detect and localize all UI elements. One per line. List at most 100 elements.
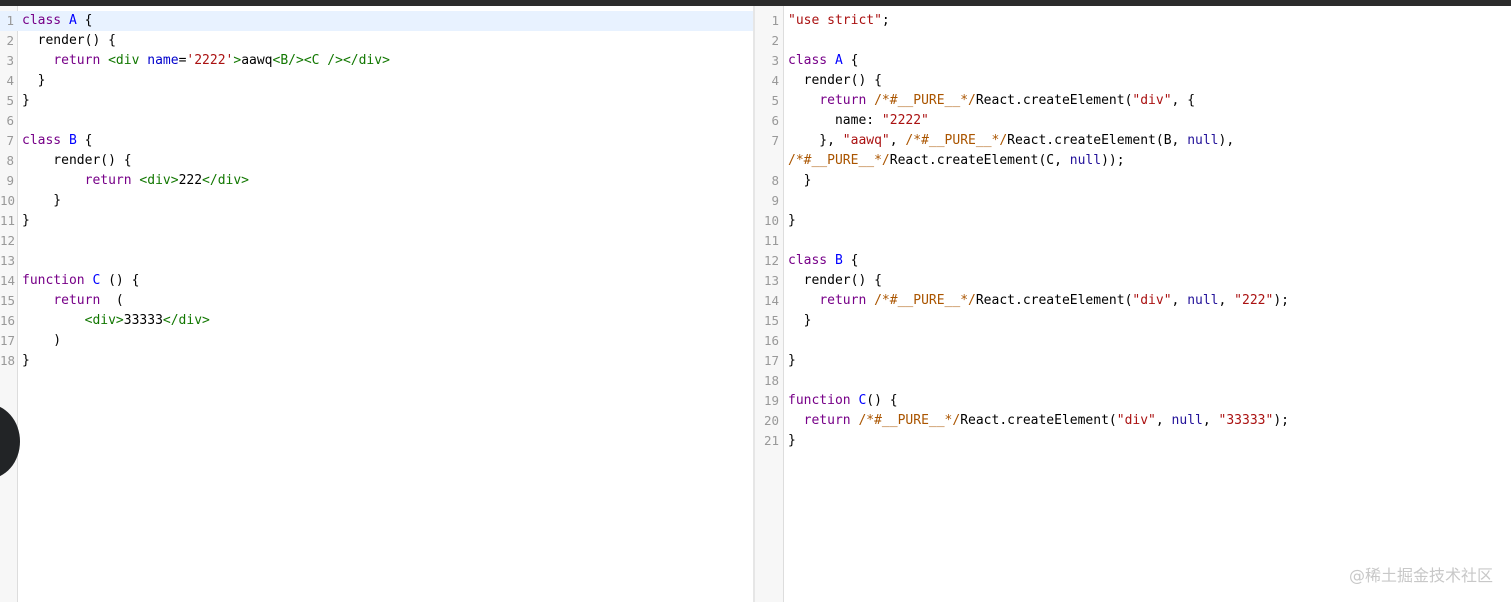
- source-editor-pane[interactable]: 1 class A {2 render() {3 return <div name…: [0, 6, 753, 602]
- source-code-line[interactable]: 5}: [0, 91, 753, 111]
- code-text[interactable]: }: [22, 191, 61, 211]
- code-text[interactable]: }: [22, 71, 46, 91]
- code-token: /*#__PURE__*/: [858, 413, 961, 428]
- line-number: 16: [0, 313, 16, 328]
- output-code-line[interactable]: /*#__PURE__*/React.createElement(C, null…: [755, 151, 1511, 171]
- code-token: <C />: [303, 53, 343, 68]
- output-code-line[interactable]: 4 render() {: [755, 71, 1511, 91]
- source-code-line[interactable]: 17 ): [0, 331, 753, 351]
- output-code-line[interactable]: 8 }: [755, 171, 1511, 191]
- output-code-line[interactable]: 2: [755, 31, 1511, 51]
- code-text[interactable]: }: [788, 431, 796, 451]
- code-text[interactable]: return <div name='2222'>aawq<B/><C /></d…: [22, 51, 390, 71]
- line-number: 16: [763, 333, 779, 348]
- source-code-line[interactable]: 1 class A {: [0, 11, 753, 31]
- code-token: "use strict": [788, 13, 882, 28]
- code-token: }: [22, 213, 30, 228]
- output-code-line[interactable]: 3 class A {: [755, 51, 1511, 71]
- code-token: /*#__PURE__*/: [874, 93, 976, 108]
- code-token: React.createElement(: [975, 93, 1133, 108]
- code-text[interactable]: class A {: [788, 51, 858, 71]
- code-text[interactable]: return /*#__PURE__*/React.createElement(…: [788, 411, 1289, 431]
- code-token: "2222": [881, 113, 929, 128]
- code-text[interactable]: class A {: [22, 11, 92, 31]
- line-number: 19: [763, 393, 779, 408]
- output-code-lines[interactable]: 1 "use strict"; 2 3 class A {4 render() {5 r…: [755, 11, 1511, 451]
- source-code-line[interactable]: 4 }: [0, 71, 753, 91]
- output-code-line[interactable]: 14 return /*#__PURE__*/React.createEleme…: [755, 291, 1511, 311]
- output-code-line[interactable]: 12 class B {: [755, 251, 1511, 271]
- output-code-line[interactable]: 17}: [755, 351, 1511, 371]
- code-text[interactable]: }: [788, 351, 796, 371]
- output-code-line[interactable]: 20 return /*#__PURE__*/React.createEleme…: [755, 411, 1511, 431]
- code-text[interactable]: render() {: [788, 71, 882, 91]
- code-token: <div>: [84, 313, 124, 328]
- code-text[interactable]: }: [22, 211, 30, 231]
- output-editor-pane[interactable]: 1 "use strict"; 2 3 class A {4 render() {5 r…: [755, 6, 1511, 602]
- code-token: ),: [1218, 133, 1235, 148]
- code-token: ;: [881, 13, 890, 28]
- source-code-line[interactable]: 18}: [0, 351, 753, 371]
- code-token: <div: [108, 53, 140, 68]
- code-token: },: [788, 133, 843, 148]
- line-number: 8: [771, 173, 779, 188]
- output-code-line[interactable]: 13 render() {: [755, 271, 1511, 291]
- code-text[interactable]: }, "aawq", /*#__PURE__*/React.createElem…: [788, 131, 1234, 151]
- source-code-line[interactable]: 3 return <div name='2222'>aawq<B/><C /><…: [0, 51, 753, 71]
- code-text[interactable]: render() {: [22, 31, 116, 51]
- output-code-line[interactable]: 1 "use strict";: [755, 11, 1511, 31]
- line-number: 7: [6, 133, 14, 148]
- source-code-line[interactable]: 8 render() {: [0, 151, 753, 171]
- source-code-line[interactable]: 9 return <div>222</div>: [0, 171, 753, 191]
- code-text[interactable]: class B {: [22, 131, 92, 151]
- code-text[interactable]: name: "2222": [788, 111, 929, 131]
- code-token: A: [834, 53, 843, 68]
- code-text[interactable]: return (: [22, 291, 123, 311]
- output-code-line[interactable]: 18: [755, 371, 1511, 391]
- source-code-line[interactable]: 10 }: [0, 191, 753, 211]
- source-code-line[interactable]: 14 function C () {: [0, 271, 753, 291]
- code-text[interactable]: function C() {: [788, 391, 898, 411]
- code-text[interactable]: render() {: [788, 271, 882, 291]
- line-number: 15: [0, 293, 16, 308]
- code-text[interactable]: function C () {: [22, 271, 139, 291]
- source-code-lines[interactable]: 1 class A {2 render() {3 return <div name…: [0, 11, 753, 371]
- source-code-line[interactable]: 15 return (: [0, 291, 753, 311]
- code-text[interactable]: }: [788, 211, 796, 231]
- output-code-line[interactable]: 21}: [755, 431, 1511, 451]
- code-token: {: [842, 253, 859, 268]
- source-code-line[interactable]: 11}: [0, 211, 753, 231]
- code-token: {: [76, 13, 93, 28]
- code-text[interactable]: return /*#__PURE__*/React.createElement(…: [788, 91, 1195, 111]
- output-code-line[interactable]: 7 }, "aawq", /*#__PURE__*/React.createEl…: [755, 131, 1511, 151]
- source-code-line[interactable]: 13: [0, 251, 753, 271]
- output-code-line[interactable]: 11: [755, 231, 1511, 251]
- code-text[interactable]: }: [788, 311, 812, 331]
- source-code-line[interactable]: 2 render() {: [0, 31, 753, 51]
- code-text[interactable]: return /*#__PURE__*/React.createElement(…: [788, 291, 1289, 311]
- code-text[interactable]: class B {: [788, 251, 858, 271]
- code-text[interactable]: render() {: [22, 151, 131, 171]
- code-text[interactable]: /*#__PURE__*/React.createElement(C, null…: [788, 151, 1125, 171]
- code-token: null: [1069, 153, 1102, 168]
- code-text[interactable]: }: [788, 171, 812, 191]
- output-code-line[interactable]: 16: [755, 331, 1511, 351]
- output-code-line[interactable]: 6 name: "2222": [755, 111, 1511, 131]
- code-text[interactable]: "use strict";: [788, 11, 890, 31]
- code-text[interactable]: return <div>222</div>: [22, 171, 249, 191]
- output-code-line[interactable]: 5 return /*#__PURE__*/React.createElemen…: [755, 91, 1511, 111]
- output-code-line[interactable]: 19 function C() {: [755, 391, 1511, 411]
- code-token: }: [788, 213, 796, 228]
- source-code-line[interactable]: 16 <div>33333</div>: [0, 311, 753, 331]
- output-code-line[interactable]: 10}: [755, 211, 1511, 231]
- code-text[interactable]: }: [22, 91, 30, 111]
- output-code-line[interactable]: 9: [755, 191, 1511, 211]
- source-code-line[interactable]: 7 class B {: [0, 131, 753, 151]
- code-text[interactable]: <div>33333</div>: [22, 311, 210, 331]
- source-code-line[interactable]: 6: [0, 111, 753, 131]
- code-text[interactable]: ): [22, 331, 61, 351]
- code-token: function: [22, 273, 85, 288]
- source-code-line[interactable]: 12: [0, 231, 753, 251]
- output-code-line[interactable]: 15 }: [755, 311, 1511, 331]
- code-text[interactable]: }: [22, 351, 30, 371]
